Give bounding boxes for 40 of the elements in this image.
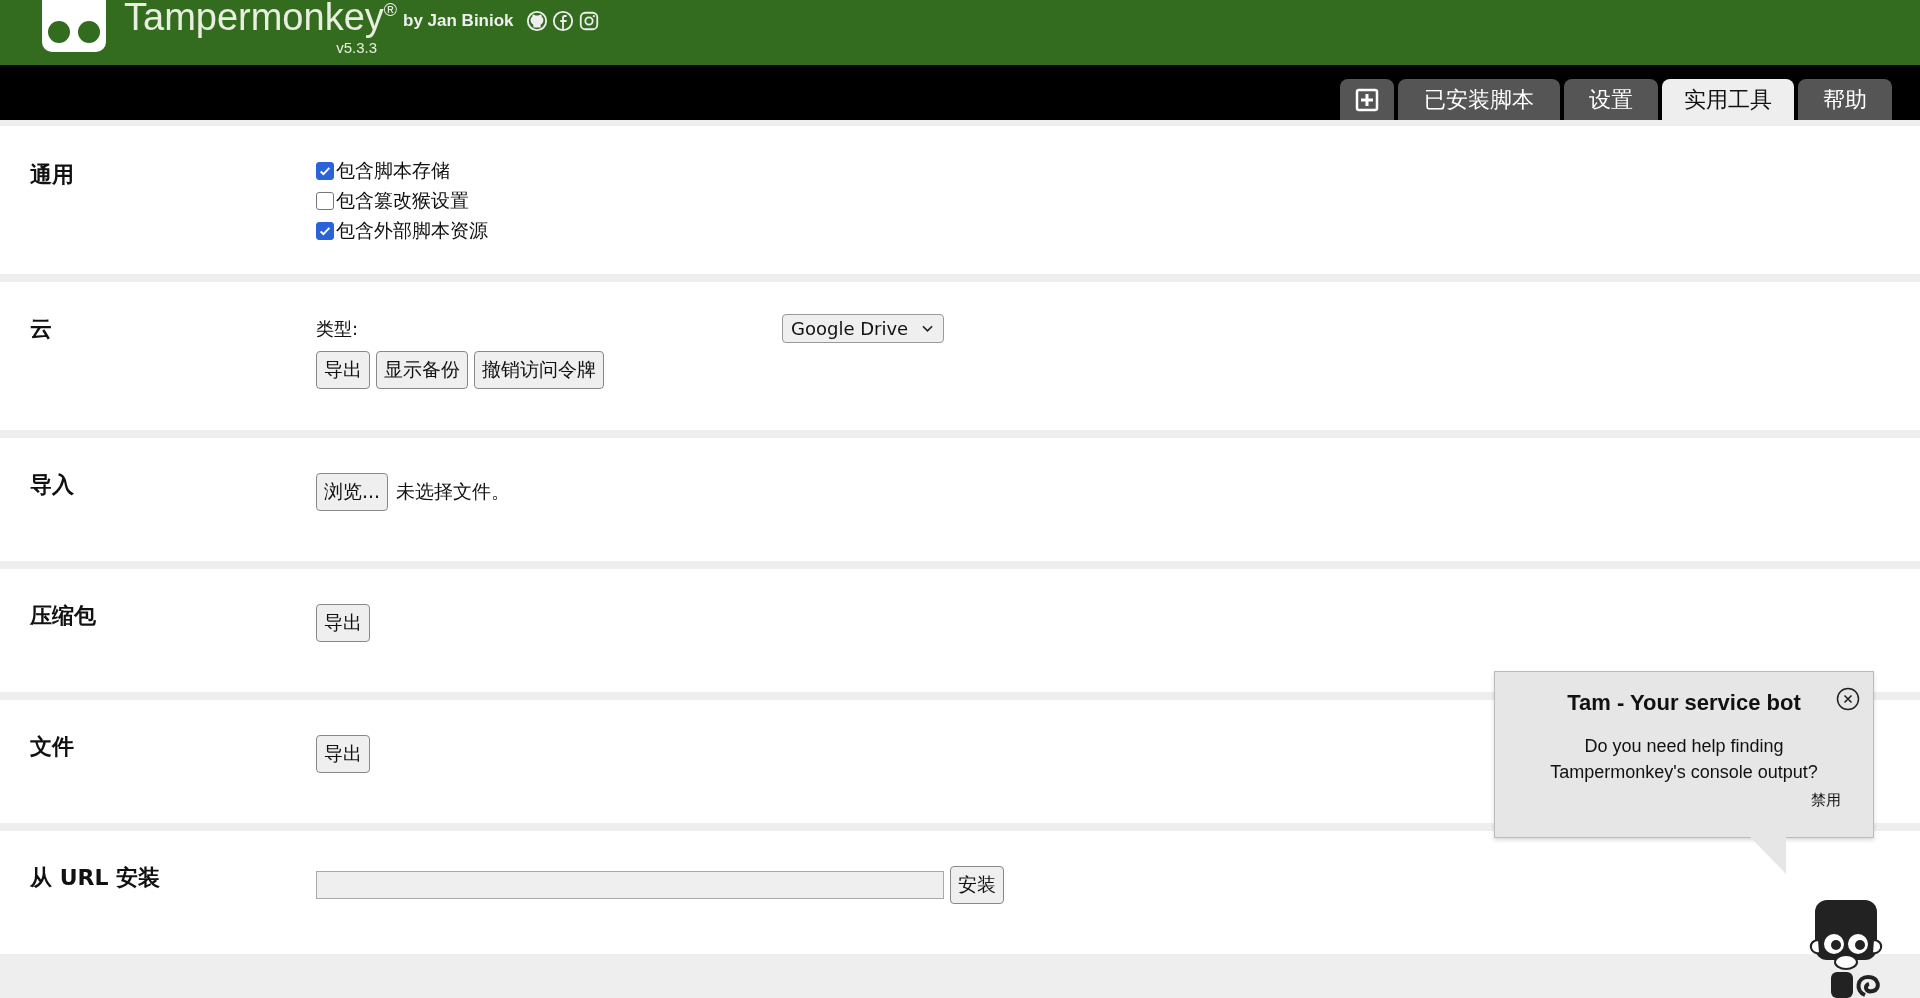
plus-square-icon — [1355, 87, 1379, 112]
install-button[interactable]: 安装 — [950, 866, 1004, 904]
export-button[interactable]: 导出 — [316, 604, 370, 642]
author-label: by Jan Biniok — [403, 11, 514, 31]
section-title: 文件 — [30, 733, 75, 761]
facebook-icon[interactable] — [551, 10, 574, 32]
popup-message: Do you need help finding Tampermonkey's console output? — [1549, 735, 1819, 784]
github-icon[interactable] — [525, 10, 548, 32]
section-title: 从 URL 安装 — [30, 864, 162, 892]
popup-title: Tam - Your service bot — [1566, 690, 1802, 716]
url-field[interactable] — [316, 871, 944, 899]
version-label: v5.3.3 — [336, 38, 378, 56]
action-button[interactable]: 撤销访问令牌 — [474, 351, 604, 389]
checkbox-label: 包含篡改猴设置 — [336, 187, 469, 213]
action-button[interactable]: 显示备份 — [376, 351, 468, 389]
tab[interactable]: 帮助 — [1798, 79, 1892, 120]
checkbox[interactable] — [316, 161, 334, 180]
checkbox[interactable] — [316, 221, 334, 240]
tab[interactable]: 设置 — [1564, 79, 1658, 120]
section-title: 导入 — [30, 471, 75, 499]
section-title: 压缩包 — [30, 602, 97, 630]
section-title: 通用 — [30, 161, 75, 189]
browse-button[interactable]: 浏览... — [316, 473, 389, 511]
section-title: 云 — [30, 315, 53, 343]
add-tab[interactable] — [1340, 79, 1394, 120]
tab[interactable]: 已安装脚本 — [1398, 79, 1560, 120]
checkbox-label: 包含脚本存储 — [336, 157, 450, 183]
disable-link[interactable]: 禁用 — [1811, 791, 1841, 810]
chevron-down-icon — [922, 324, 934, 333]
file-status: 未选择文件。 — [396, 479, 511, 504]
app-title: Tampermonkey$^{®}$ — [124, 0, 398, 40]
type-dropdown[interactable]: Google Drive — [782, 314, 945, 343]
instagram-icon[interactable] — [577, 10, 600, 32]
tab[interactable]: 实用工具 — [1662, 79, 1794, 120]
action-button[interactable]: 导出 — [316, 351, 370, 389]
close-icon[interactable] — [1836, 687, 1860, 711]
type-label: 类型: — [316, 316, 360, 341]
checkbox[interactable] — [316, 191, 334, 210]
checkbox-label: 包含外部脚本资源 — [336, 217, 488, 243]
export-button[interactable]: 导出 — [316, 735, 370, 773]
